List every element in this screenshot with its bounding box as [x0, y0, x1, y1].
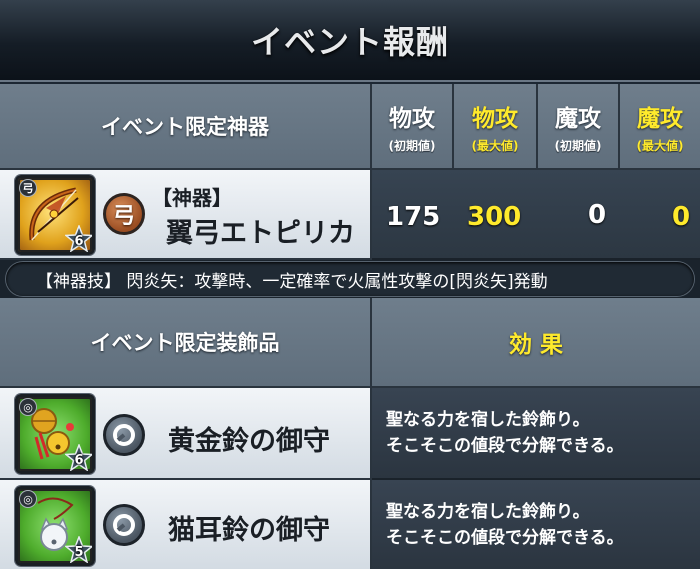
stat-header-label: 魔攻	[637, 105, 683, 132]
accessory-name: 黄金鈴の御守	[168, 426, 330, 457]
rarity-number: 6	[74, 233, 84, 249]
weapon-skill-bar: 【神器技】 閃炎矢：攻撃時、一定確率で火属性攻撃の[閃炎矢]発動	[6, 262, 694, 296]
bow-type-badge: 弓	[103, 193, 145, 235]
rarity-number: 6	[74, 452, 84, 468]
accessory-type-badge	[103, 414, 145, 456]
stat-header-phys-max: 物攻 (最大値)	[454, 84, 538, 170]
accessory-effect: 聖なる力を宿した鈴飾り。 そこそこの値段で分解できる。	[372, 480, 700, 569]
effect-header-title: 効 果	[508, 332, 563, 358]
weapon-category: 【神器】	[152, 186, 232, 210]
stat-phys-init-value: 175	[386, 202, 441, 232]
stat-header-sub: (最大値)	[636, 138, 684, 153]
weapon-section-header: イベント限定神器	[0, 84, 372, 170]
weapon-section-title: イベント限定神器	[101, 115, 269, 139]
accessory-type-badge	[103, 504, 145, 546]
accessory-effect: 聖なる力を宿した鈴飾り。 そこそこの値段で分解できる。	[372, 388, 700, 480]
cat-ear-bell-charm-icon[interactable]: ◎ 5	[15, 486, 95, 566]
accessory-type-tag: ◎	[19, 490, 37, 508]
bow-type-label: 弓	[112, 204, 135, 229]
page-title: イベント報酬	[250, 23, 449, 61]
weapon-type-tag: 弓	[19, 179, 37, 197]
rarity-star: 6	[65, 444, 92, 471]
rarity-star: 6	[65, 225, 92, 252]
stat-header-sub: (最大値)	[471, 138, 519, 153]
effect-header: 効 果	[372, 298, 700, 388]
effect-line: 聖なる力を宿した鈴飾り。	[386, 501, 590, 522]
bow-weapon-icon[interactable]: 弓 6	[15, 175, 95, 255]
effect-line: そこそこの値段で分解できる。	[386, 527, 624, 548]
stat-header-label: 物攻	[389, 105, 435, 132]
title-bar: イベント報酬	[0, 0, 700, 82]
stat-header-label: 物攻	[472, 105, 518, 132]
stat-header-sub: (初期値)	[388, 138, 436, 153]
accessory-type-tag: ◎	[19, 398, 37, 416]
weapon-skill-text: 【神器技】 閃炎矢：攻撃時、一定確率で火属性攻撃の[閃炎矢]発動	[36, 271, 548, 292]
stat-mag-init-value: 0	[588, 200, 607, 230]
effect-line: そこそこの値段で分解できる。	[386, 436, 624, 456]
column-divider	[370, 298, 372, 569]
stat-header-phys-init: 物攻 (初期値)	[372, 84, 454, 170]
accessory-section-header: イベント限定装飾品	[0, 298, 372, 388]
stat-header-label: 魔攻	[555, 105, 601, 132]
ring-accessory-icon	[113, 514, 135, 536]
accessory-section-title: イベント限定装飾品	[90, 331, 280, 355]
golden-bell-charm-icon[interactable]: ◎ 6	[15, 394, 95, 474]
effect-line: 聖なる力を宿した鈴飾り。	[386, 410, 590, 430]
weapon-name: 翼弓エトピリカ	[166, 218, 355, 249]
stat-mag-max-value: 0	[672, 202, 691, 232]
rarity-star: 5	[65, 536, 92, 563]
stat-header-mag-max: 魔攻 (最大値)	[620, 84, 700, 170]
stat-header-mag-init: 魔攻 (初期値)	[538, 84, 620, 170]
stat-header-sub: (初期値)	[554, 138, 602, 153]
ring-accessory-icon	[113, 424, 135, 446]
stat-phys-max-value: 300	[467, 202, 522, 232]
rarity-number: 5	[74, 544, 84, 560]
column-divider	[370, 84, 372, 260]
accessory-name: 猫耳鈴の御守	[168, 515, 330, 546]
